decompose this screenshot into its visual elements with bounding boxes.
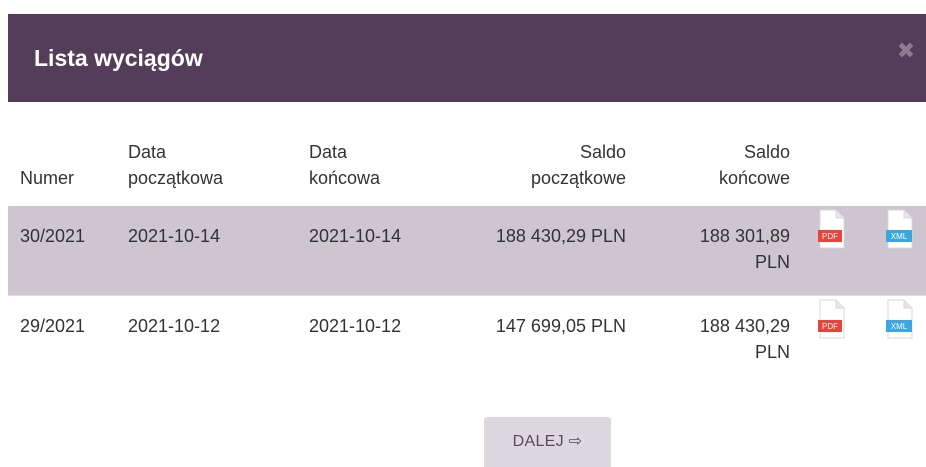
- column-header-start-balance: Saldo początkowe: [530, 142, 626, 188]
- row-start-date: 2021-10-14: [128, 226, 221, 246]
- pdf-badge-label: PDF: [822, 322, 838, 331]
- xml-download-icon[interactable]: XML: [886, 208, 914, 249]
- pdf-badge-label: PDF: [822, 232, 838, 241]
- close-icon[interactable]: ✖: [894, 39, 918, 63]
- row-number: 29/2021: [20, 316, 86, 336]
- statements-dialog: Lista wyciągów ✖ Numer Data początkowa D…: [0, 0, 926, 467]
- xml-download-icon[interactable]: XML: [886, 298, 914, 339]
- row-end-date: 2021-10-12: [309, 316, 402, 336]
- row-start-balance: 147 699,05 PLN: [495, 316, 626, 336]
- column-header-end-balance: Saldo końcowe: [718, 142, 790, 188]
- row-end-date: 2021-10-14: [309, 226, 402, 246]
- column-header-start-date: Data początkowa: [128, 142, 224, 188]
- row-end-balance: 188 301,89 PLN: [699, 226, 790, 272]
- column-header-end-date: Data końcowa: [309, 142, 381, 188]
- row-start-date: 2021-10-12: [128, 316, 221, 336]
- dialog-title: Lista wyciągów: [34, 45, 203, 71]
- column-header-number: Numer: [20, 168, 75, 188]
- row-start-balance: 188 430,29 PLN: [495, 226, 626, 246]
- row-end-balance: 188 430,29 PLN: [699, 316, 790, 362]
- xml-badge-label: XML: [891, 232, 908, 241]
- dialog-header: Lista wyciągów ✖: [8, 14, 926, 102]
- next-button[interactable]: DALEJ ⇨: [484, 417, 611, 467]
- pdf-download-icon[interactable]: PDF: [818, 298, 846, 339]
- xml-badge-label: XML: [891, 322, 908, 331]
- pdf-download-icon[interactable]: PDF: [818, 208, 846, 249]
- row-number: 30/2021: [20, 226, 86, 246]
